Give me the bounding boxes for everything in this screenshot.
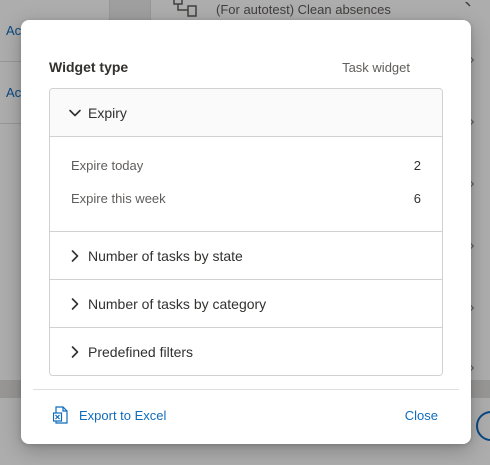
chevron-right-icon (71, 249, 79, 262)
accordion-header-tasks-by-state[interactable]: Number of tasks by state (50, 232, 442, 280)
accordion-label: Number of tasks by category (88, 295, 267, 312)
widget-accordion: Expiry Expire today 2 Expire this week 6… (49, 88, 443, 376)
accordion-label: Predefined filters (88, 344, 194, 360)
accordion-label: Number of tasks by state (88, 247, 243, 264)
excel-icon (53, 406, 68, 424)
expiry-row-count: 6 (413, 191, 421, 206)
chevron-down-icon (69, 109, 81, 116)
expiry-row[interactable]: Expire this week 6 (71, 182, 421, 215)
dialog-header: Widget type Task widget (49, 57, 442, 77)
expiry-row-label: Expire today (71, 158, 144, 173)
accordion-header-expiry[interactable]: Expiry (50, 89, 442, 137)
accordion-header-predefined-filters[interactable]: Predefined filters (50, 328, 442, 375)
chevron-right-icon (71, 346, 79, 358)
chevron-right-icon (71, 297, 79, 310)
close-button[interactable]: Close (405, 408, 438, 423)
export-to-excel-button[interactable]: Export to Excel (53, 406, 166, 424)
dialog-footer: Export to Excel Close (53, 404, 438, 426)
dialog-divider (33, 389, 459, 390)
expiry-row-label: Expire this week (71, 191, 166, 206)
expiry-row-count: 2 (413, 158, 421, 173)
widget-dialog: Widget type Task widget Expiry Expire to… (21, 20, 471, 444)
widget-type-value: Task widget (342, 59, 410, 75)
accordion-label: Expiry (88, 104, 127, 121)
accordion-header-tasks-by-category[interactable]: Number of tasks by category (50, 280, 442, 328)
export-label: Export to Excel (79, 407, 167, 423)
dialog-title: Widget type (49, 59, 129, 75)
expiry-row[interactable]: Expire today 2 (71, 149, 421, 182)
accordion-panel-expiry: Expire today 2 Expire this week 6 (50, 137, 442, 232)
